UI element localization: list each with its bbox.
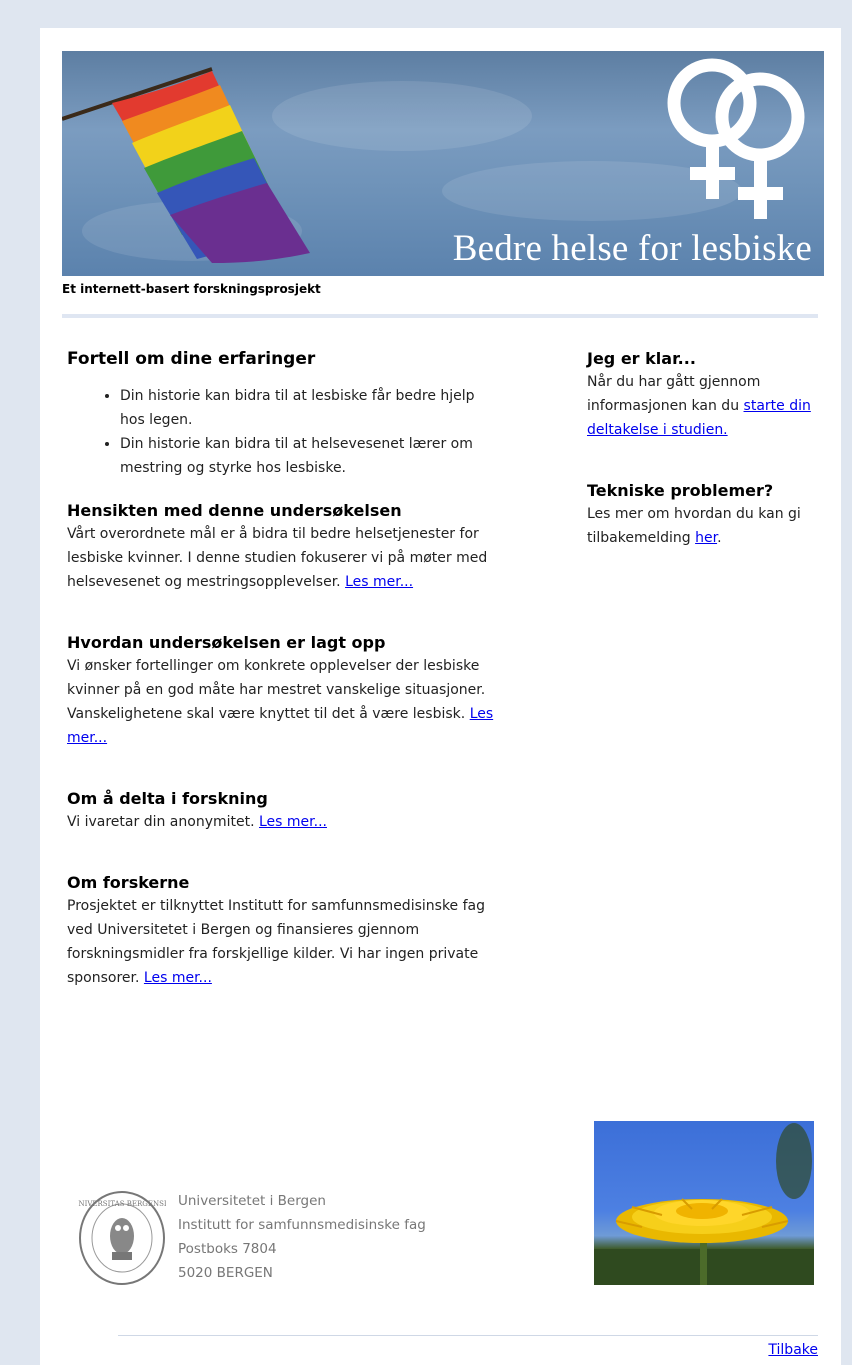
rainbow-flag-icon bbox=[62, 67, 310, 263]
researchers-read-more-link[interactable]: Les mer... bbox=[144, 970, 212, 986]
technical-body: Les mer om hvordan du kan gi tilbakemeld… bbox=[587, 506, 801, 546]
list-item: Din historie kan bidra til at helsevesen… bbox=[120, 432, 499, 480]
university-seal-icon: UNIVERSITAS BERGENSIS bbox=[78, 1191, 166, 1285]
researchers-text: Prosjektet er tilknyttet Institutt for s… bbox=[67, 894, 499, 990]
footer-address: Universitetet i Bergen Institutt for sam… bbox=[178, 1189, 426, 1285]
ready-body: Når du har gått gjennom informasjonen ka… bbox=[587, 374, 761, 414]
technical-suffix: . bbox=[717, 530, 722, 546]
address-line: Universitetet i Bergen bbox=[178, 1193, 326, 1209]
page-container: Bedre helse for lesbiske Et internett-ba… bbox=[40, 28, 841, 1365]
address-line: 5020 BERGEN bbox=[178, 1265, 273, 1281]
intro-heading: Fortell om dine erfaringer bbox=[67, 349, 316, 369]
banner-title: Bedre helse for lesbiske bbox=[452, 228, 812, 269]
participate-heading: Om å delta i forskning bbox=[67, 789, 268, 808]
header-banner: Bedre helse for lesbiske bbox=[62, 51, 824, 276]
purpose-heading: Hensikten med denne undersøkelsen bbox=[67, 501, 402, 520]
site-subtitle: Et internett-basert forskningsprosjekt bbox=[62, 282, 321, 296]
structure-text: Vi ønsker fortellinger om konkrete opple… bbox=[67, 654, 499, 750]
footer-divider bbox=[118, 1335, 818, 1336]
sidebar: Jeg er klar... Når du har gått gjennom i… bbox=[587, 348, 819, 550]
technical-heading: Tekniske problemer? bbox=[587, 481, 774, 500]
purpose-text: Vårt overordnete mål er å bidra til bedr… bbox=[67, 522, 499, 594]
ready-text: Når du har gått gjennom informasjonen ka… bbox=[587, 370, 819, 442]
structure-heading: Hvordan undersøkelsen er lagt opp bbox=[67, 633, 386, 652]
technical-text: Les mer om hvordan du kan gi tilbakemeld… bbox=[587, 502, 819, 550]
ready-heading: Jeg er klar... bbox=[587, 349, 696, 368]
list-item: Din historie kan bidra til at lesbiske f… bbox=[120, 384, 499, 432]
structure-body: Vi ønsker fortellinger om konkrete opple… bbox=[67, 658, 486, 722]
back-link[interactable]: Tilbake bbox=[768, 1342, 818, 1358]
address-line: Postboks 7804 bbox=[178, 1241, 277, 1257]
intro-bullet-list: Din historie kan bidra til at lesbiske f… bbox=[67, 384, 499, 480]
purpose-read-more-link[interactable]: Les mer... bbox=[345, 574, 413, 590]
researchers-heading: Om forskerne bbox=[67, 873, 190, 892]
seal-text: UNIVERSITAS BERGENSIS bbox=[78, 1200, 166, 1208]
purpose-body: Vårt overordnete mål er å bidra til bedr… bbox=[67, 526, 488, 590]
participate-text: Vi ivaretar din anonymitet. Les mer... bbox=[67, 810, 499, 834]
header-divider bbox=[62, 314, 818, 318]
feedback-link[interactable]: her bbox=[695, 530, 717, 546]
main-content: Fortell om dine erfaringer Din historie … bbox=[67, 348, 499, 990]
dandelion-photo bbox=[594, 1121, 814, 1285]
researchers-body: Prosjektet er tilknyttet Institutt for s… bbox=[67, 898, 486, 986]
participate-read-more-link[interactable]: Les mer... bbox=[259, 814, 327, 830]
address-line: Institutt for samfunnsmedisinske fag bbox=[178, 1217, 426, 1233]
venus-symbol-icon bbox=[667, 58, 805, 219]
participate-body: Vi ivaretar din anonymitet. bbox=[67, 814, 255, 830]
